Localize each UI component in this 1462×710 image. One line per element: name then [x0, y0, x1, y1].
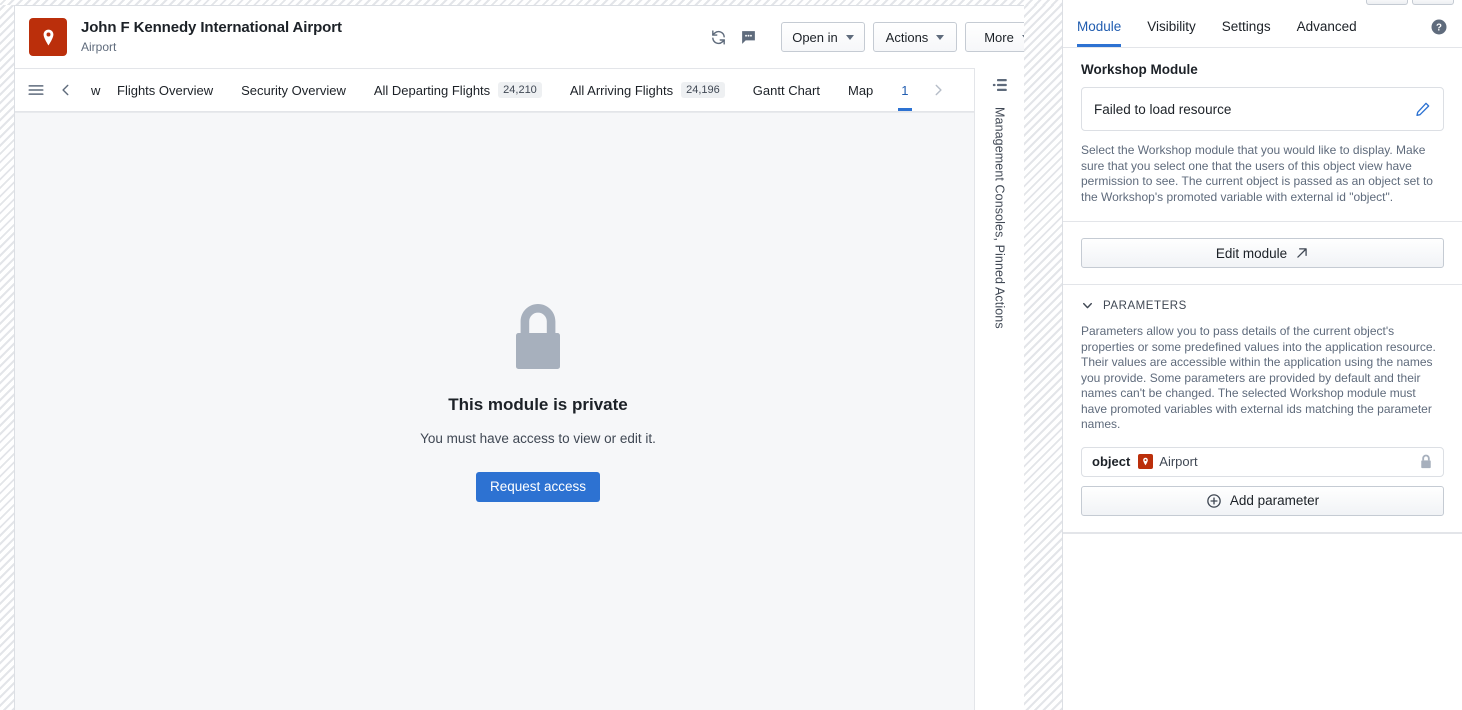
tab-label: All Arriving Flights	[569, 82, 674, 98]
tab-label: Map	[847, 82, 874, 98]
tab-count-badge: 24,196	[681, 82, 725, 98]
workshop-module-section: Workshop Module Failed to load resource …	[1063, 48, 1462, 222]
add-parameter-button[interactable]: Add parameter	[1081, 485, 1444, 516]
external-link-icon	[1295, 246, 1309, 260]
workshop-module-label: Workshop Module	[1081, 62, 1198, 77]
tab-label: 1	[901, 82, 909, 98]
tab-map[interactable]: Map	[834, 69, 887, 111]
tab-advanced[interactable]: Advanced	[1297, 6, 1357, 47]
collapse-panel-icon[interactable]	[991, 76, 1009, 97]
object-type-label: Airport	[81, 40, 117, 54]
private-title: This module is private	[448, 394, 628, 414]
tab-label: Module	[1077, 19, 1122, 34]
module-content-area: This module is private You must have acc…	[15, 112, 1061, 710]
plus-circle-icon	[1206, 493, 1222, 509]
tab-label: All Departing Flights	[373, 82, 491, 98]
page-gutter-right	[1024, 0, 1062, 710]
panel-save-button-partial[interactable]	[1412, 0, 1454, 5]
object-title-block: John F Kennedy International Airport Air…	[81, 19, 703, 55]
parameter-value: Airport	[1159, 454, 1198, 469]
tab-1[interactable]: 1	[887, 69, 922, 111]
parameter-row-object[interactable]: object Airport	[1081, 446, 1444, 477]
open-in-label: Open in	[792, 29, 838, 45]
config-panel: Module Visibility Settings Advanced ? Wo…	[1062, 0, 1462, 710]
tab-flights-overview[interactable]: Flights Overview	[103, 69, 227, 111]
config-panel-filler	[1063, 532, 1462, 710]
pinned-panel-label[interactable]: Management Consoles, Pinned Actions	[993, 107, 1007, 329]
lock-icon	[1419, 454, 1433, 469]
chevron-right-icon[interactable]	[923, 75, 953, 105]
tab-gantt-chart[interactable]: Gantt Chart	[739, 69, 834, 111]
tab-settings[interactable]: Settings	[1222, 6, 1271, 47]
object-header: John F Kennedy International Airport Air…	[15, 6, 1061, 69]
edit-module-button[interactable]: Edit module	[1081, 238, 1444, 268]
page-gutter-left	[0, 0, 14, 710]
chevron-left-icon[interactable]	[51, 75, 81, 105]
help-icon[interactable]: ?	[1430, 18, 1448, 36]
hamburger-menu-icon[interactable]	[21, 75, 51, 105]
chevron-down-icon	[845, 34, 854, 40]
request-access-button[interactable]: Request access	[475, 471, 601, 502]
tab-truncated[interactable]: w	[81, 69, 103, 111]
panel-cancel-button-partial[interactable]	[1366, 0, 1408, 5]
tab-visibility[interactable]: Visibility	[1147, 6, 1196, 47]
parameter-key: object	[1092, 454, 1131, 469]
private-module-message: This module is private You must have acc…	[420, 302, 656, 502]
page-title: John F Kennedy International Airport	[81, 19, 342, 36]
refresh-icon[interactable]	[703, 22, 733, 52]
actions-label: Actions	[885, 29, 929, 45]
edit-module-label: Edit module	[1215, 245, 1288, 261]
tab-label: Visibility	[1147, 19, 1196, 34]
tab-security-overview[interactable]: Security Overview	[227, 69, 360, 111]
tab-all-departing-flights[interactable]: All Departing Flights 24,210	[360, 69, 556, 111]
object-card: John F Kennedy International Airport Air…	[14, 5, 1062, 710]
more-label: More	[984, 29, 1014, 45]
lock-icon	[420, 302, 656, 377]
add-parameter-label: Add parameter	[1229, 493, 1320, 508]
workshop-module-description: Select the Workshop module that you woul…	[1081, 143, 1433, 204]
tab-strip: w Flights Overview Security Overview All…	[15, 69, 1061, 112]
parameters-title: PARAMETERS	[1103, 299, 1187, 312]
parameters-section: PARAMETERS Parameters allow you to pass …	[1063, 285, 1462, 533]
private-subtitle: You must have access to view or edit it.	[420, 430, 656, 446]
tab-module[interactable]: Module	[1077, 6, 1122, 47]
svg-text:?: ?	[1436, 22, 1442, 33]
map-pin-icon	[29, 18, 67, 56]
tab-label: Flights Overview	[117, 82, 214, 98]
config-panel-tabs: Module Visibility Settings Advanced ?	[1063, 6, 1462, 48]
tab-label: Security Overview	[241, 82, 346, 98]
chevron-down-icon	[1081, 299, 1094, 312]
tab-all-arriving-flights[interactable]: All Arriving Flights 24,196	[556, 69, 739, 111]
parameters-collapse-header[interactable]: PARAMETERS	[1081, 299, 1444, 312]
header-actions: Open in Actions More	[703, 22, 1049, 52]
actions-button[interactable]: Actions	[873, 22, 957, 52]
tab-label: Advanced	[1296, 19, 1357, 34]
edit-module-section: Edit module	[1063, 222, 1462, 285]
pencil-icon[interactable]	[1415, 101, 1431, 117]
map-pin-icon	[1138, 454, 1154, 469]
chevron-down-icon	[936, 34, 945, 40]
open-in-button[interactable]: Open in	[781, 22, 865, 52]
parameters-description: Parameters allow you to pass details of …	[1081, 324, 1436, 431]
tab-label: Gantt Chart	[752, 82, 820, 98]
workshop-resource-value: Failed to load resource	[1094, 101, 1232, 117]
comment-icon[interactable]	[733, 22, 763, 52]
workshop-resource-field[interactable]: Failed to load resource	[1081, 87, 1444, 131]
app-root: John F Kennedy International Airport Air…	[0, 0, 1462, 710]
object-view-column: John F Kennedy International Airport Air…	[0, 0, 1062, 710]
tab-count-badge: 24,210	[498, 82, 542, 98]
page-gutter-top	[0, 0, 1062, 5]
pinned-panel-rail: Management Consoles, Pinned Actions	[974, 68, 1024, 710]
tab-label: Settings	[1221, 19, 1271, 34]
